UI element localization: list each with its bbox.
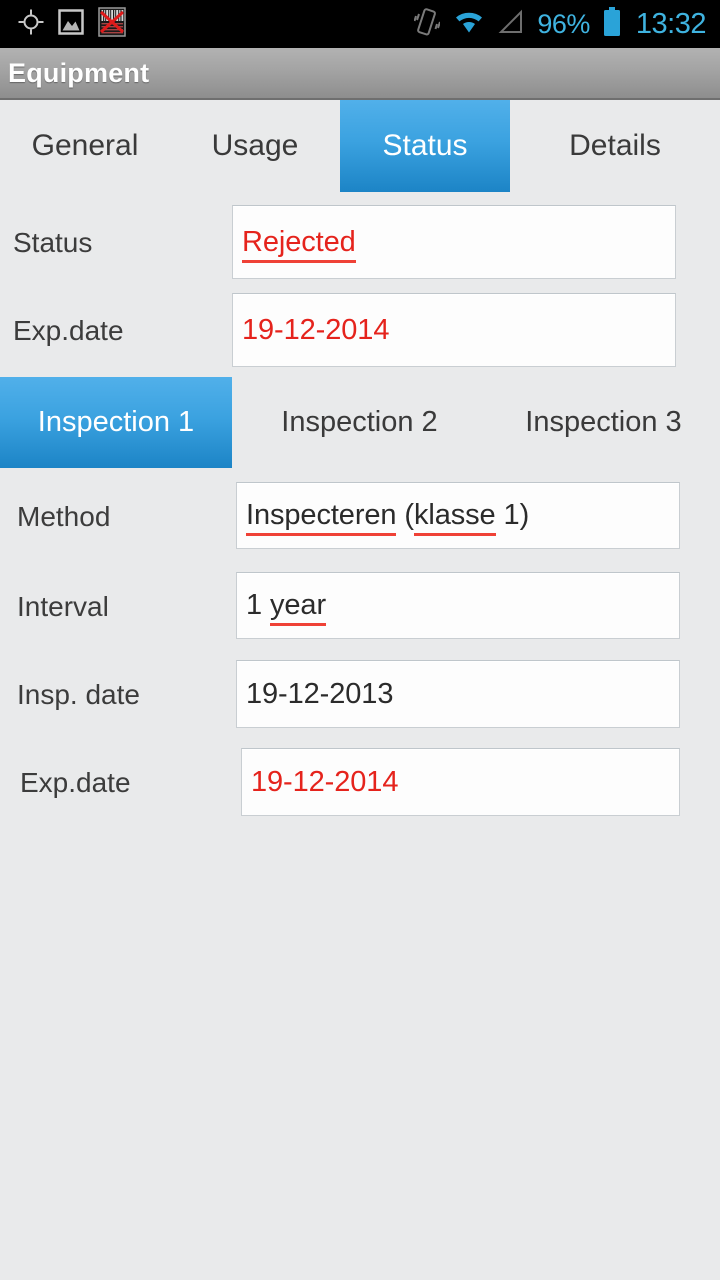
exp-date-field[interactable]: 19-12-2014: [232, 293, 676, 367]
method-label: Method: [17, 501, 111, 532]
method-row: Method Inspecteren (klasse 1): [0, 482, 720, 549]
interval-value-unit: year: [270, 589, 327, 626]
tab-inspection-1-label: Inspection 1: [37, 406, 195, 438]
gps-location-icon: [18, 9, 44, 40]
tab-usage-label: Usage: [211, 129, 299, 162]
battery-percent-label: 96%: [537, 8, 590, 39]
status-row: Status Rejected: [0, 205, 720, 279]
method-value-word1: Inspecteren: [246, 499, 397, 536]
tab-inspection-1[interactable]: Inspection 1: [0, 377, 232, 468]
exp-date-label: Exp.date: [13, 315, 124, 346]
interval-row: Interval 1 year: [0, 572, 720, 639]
inspection-exp-date-row: Exp.date 19-12-2014: [0, 748, 720, 816]
tab-inspection-2-label: Inspection 2: [281, 406, 438, 438]
interval-field[interactable]: 1 year: [236, 572, 680, 639]
inspection-exp-date-value: 19-12-2014: [251, 765, 399, 798]
interval-label: Interval: [17, 591, 109, 622]
status-field[interactable]: Rejected: [232, 205, 676, 279]
tab-status[interactable]: Status: [340, 100, 510, 192]
page-title: Equipment: [8, 57, 150, 88]
status-bar-notification-icons: [0, 6, 126, 42]
signal-icon: [498, 9, 524, 40]
status-label: Status: [13, 227, 93, 258]
inspection-date-row: Insp. date 19-12-2013: [0, 660, 720, 728]
main-tab-bar: General Usage Status Details: [0, 100, 720, 192]
method-value-sep1: (: [396, 499, 414, 531]
vibrate-icon: [413, 7, 442, 42]
app-screen: 96% 13:32 Equipment General Usage Status…: [0, 0, 720, 1280]
status-value: Rejected: [233, 225, 356, 263]
tab-inspection-2[interactable]: Inspection 2: [232, 377, 487, 468]
inspection-tab-bar: Inspection 1 Inspection 2 Inspection 3: [0, 377, 720, 468]
status-bar-system-icons: 96% 13:32: [413, 0, 707, 48]
wifi-icon: [453, 9, 485, 40]
tab-general[interactable]: General: [0, 100, 170, 192]
tab-inspection-3-label: Inspection 3: [525, 406, 682, 438]
method-value-word2: klasse: [413, 499, 496, 536]
inspection-date-label: Insp. date: [17, 679, 140, 710]
status-value-text: Rejected: [242, 225, 356, 263]
tab-general-label: General: [31, 129, 139, 162]
inspection-exp-date-label: Exp.date: [20, 767, 131, 798]
inspection-exp-date-field[interactable]: 19-12-2014: [241, 748, 680, 816]
method-value: Inspecteren (klasse 1): [237, 499, 530, 536]
app-title-bar: Equipment: [0, 48, 720, 100]
android-status-bar: 96% 13:32: [0, 0, 720, 48]
tab-details[interactable]: Details: [510, 100, 720, 192]
clock-label: 13:32: [635, 7, 707, 40]
tab-status-label: Status: [382, 129, 468, 162]
method-value-sep2: 1): [495, 499, 530, 531]
battery-icon: [603, 6, 621, 42]
inspection-date-field[interactable]: 19-12-2013: [236, 660, 680, 728]
exp-date-value: 19-12-2014: [242, 313, 390, 346]
interval-value-number: 1: [246, 589, 270, 621]
tab-details-label: Details: [569, 129, 661, 162]
barcode-disabled-icon: [98, 6, 126, 42]
tab-inspection-3[interactable]: Inspection 3: [487, 377, 720, 468]
tab-usage[interactable]: Usage: [170, 100, 340, 192]
exp-date-row: Exp.date 19-12-2014: [0, 293, 720, 367]
inspection-date-value: 19-12-2013: [246, 677, 394, 710]
method-field[interactable]: Inspecteren (klasse 1): [236, 482, 680, 549]
gallery-image-icon: [58, 8, 84, 41]
interval-value: 1 year: [237, 589, 327, 626]
